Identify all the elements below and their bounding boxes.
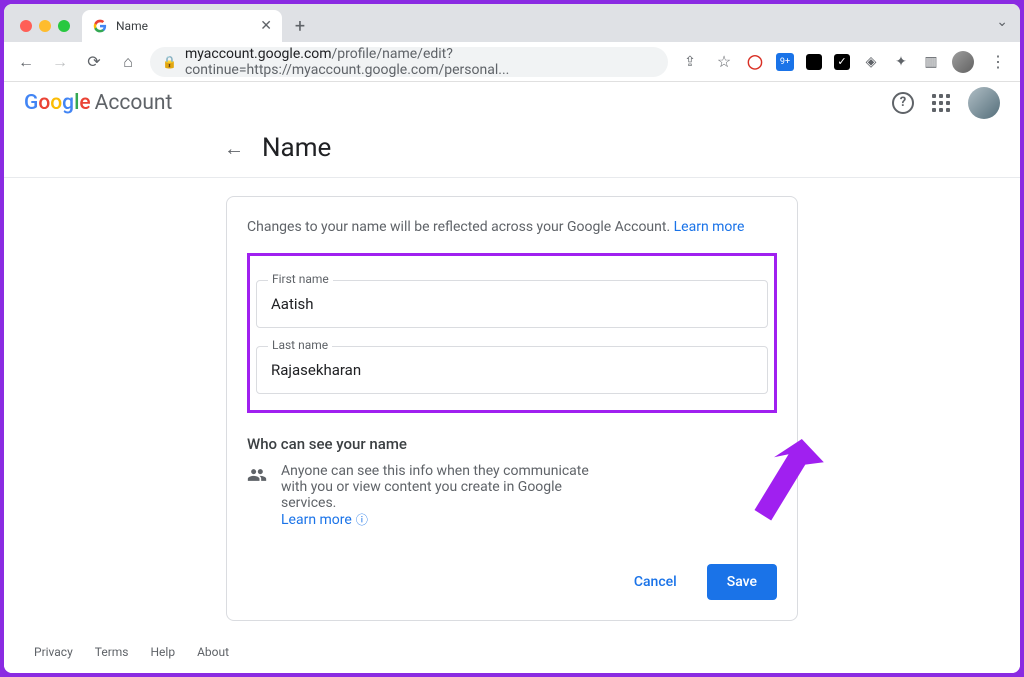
lock-icon: 🔒 — [162, 55, 177, 69]
help-icon[interactable]: ? — [892, 92, 914, 114]
visibility-row: Anyone can see this info when they commu… — [247, 463, 777, 528]
window-controls — [12, 20, 78, 42]
extensions-menu-icon[interactable]: ✦ — [892, 53, 910, 71]
page-title: Name — [262, 133, 331, 163]
google-favicon-icon — [92, 18, 108, 34]
url-domain: myaccount.google.com — [185, 46, 332, 62]
extension-icon-translate[interactable]: 9+ — [776, 53, 794, 71]
cancel-button[interactable]: Cancel — [614, 564, 697, 600]
footer-links: Privacy Terms Help About — [4, 631, 1020, 673]
forward-button[interactable]: → — [48, 50, 72, 74]
footer-help-link[interactable]: Help — [151, 645, 176, 659]
google-account-logo[interactable]: Google Account — [24, 91, 172, 115]
address-bar[interactable]: 🔒 myaccount.google.com/profile/name/edit… — [150, 47, 668, 77]
browser-tab[interactable]: Name ✕ — [82, 10, 282, 42]
extension-icon-1[interactable] — [806, 54, 822, 70]
visibility-title: Who can see your name — [247, 435, 777, 453]
sidepanel-icon[interactable]: ▥ — [922, 53, 940, 71]
form-actions: Cancel Save — [247, 564, 777, 600]
new-tab-button[interactable]: + — [286, 12, 314, 40]
extension-icon-2[interactable]: ✓ — [834, 54, 850, 70]
last-name-input[interactable] — [256, 346, 768, 394]
close-tab-icon[interactable]: ✕ — [260, 18, 272, 34]
extension-icon-3[interactable]: ◈ — [862, 53, 880, 71]
inputs-highlight: First name Last name — [247, 253, 777, 413]
visibility-text: Anyone can see this info when they commu… — [281, 463, 589, 511]
back-button[interactable]: ← — [14, 50, 38, 74]
browser-toolbar: ← → ⟳ ⌂ 🔒 myaccount.google.com/profile/n… — [4, 42, 1020, 82]
tabs-overflow-icon[interactable]: ⌄ — [996, 14, 1008, 30]
people-icon — [247, 465, 267, 490]
profile-avatar-icon[interactable] — [952, 51, 974, 73]
browser-menu-icon[interactable]: ⋮ — [986, 50, 1010, 74]
maximize-window-icon[interactable] — [58, 20, 70, 32]
google-account-header: Google Account ? — [4, 82, 1020, 123]
reload-button[interactable]: ⟳ — [82, 50, 106, 74]
share-icon[interactable]: ⇪ — [678, 50, 702, 74]
home-button[interactable]: ⌂ — [116, 50, 140, 74]
google-apps-icon[interactable] — [932, 94, 950, 112]
page-content: Google Account ? ← Name Changes to your … — [4, 82, 1020, 673]
close-window-icon[interactable] — [20, 20, 32, 32]
first-name-input[interactable] — [256, 280, 768, 328]
notice-learn-more-link[interactable]: Learn more — [674, 219, 745, 235]
save-button[interactable]: Save — [707, 564, 777, 600]
footer-about-link[interactable]: About — [197, 645, 229, 659]
name-edit-card: Changes to your name will be reflected a… — [226, 196, 798, 621]
visibility-learn-more-link[interactable]: Learn more ⓘ — [281, 511, 368, 528]
account-avatar-icon[interactable] — [968, 87, 1000, 119]
last-name-field-wrap: Last name — [256, 346, 768, 394]
notice-text: Changes to your name will be reflected a… — [247, 219, 777, 235]
tab-strip: Name ✕ + ⌄ — [4, 4, 1020, 42]
extension-icon-adblock[interactable]: ◯ — [746, 53, 764, 71]
footer-terms-link[interactable]: Terms — [95, 645, 129, 659]
bookmark-icon[interactable]: ☆ — [712, 50, 736, 74]
last-name-label: Last name — [268, 338, 332, 352]
footer-privacy-link[interactable]: Privacy — [34, 645, 73, 659]
first-name-field-wrap: First name — [256, 280, 768, 328]
tab-title: Name — [116, 19, 148, 33]
first-name-label: First name — [268, 272, 333, 286]
page-title-row: ← Name — [4, 123, 1020, 178]
back-arrow-icon[interactable]: ← — [224, 136, 244, 161]
info-icon: ⓘ — [356, 511, 368, 528]
minimize-window-icon[interactable] — [39, 20, 51, 32]
header-account-text: Account — [95, 91, 173, 115]
